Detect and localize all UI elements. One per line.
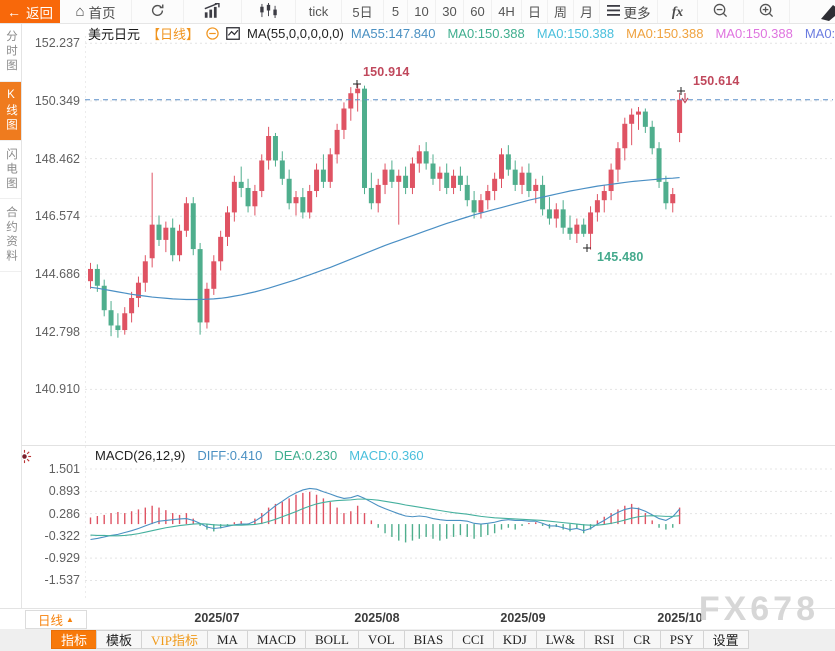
ma-config[interactable]: MA(55,0,0,0,0,0) xyxy=(247,26,344,41)
macd-axis-tick: 0.893 xyxy=(48,484,80,499)
home-button[interactable]: ⌂ 首页 xyxy=(60,0,132,23)
more-button[interactable]: 更多 xyxy=(600,0,658,23)
indicator-fx-button[interactable]: fx xyxy=(658,0,698,23)
candlestick-icon xyxy=(259,2,278,21)
tab-bias[interactable]: BIAS xyxy=(403,630,454,649)
ma-values: MA55:147.840 MA0:150.388 MA0:150.388 MA0:15… xyxy=(351,26,835,41)
ma-value: MA0:150.388 xyxy=(536,25,615,41)
app-window: ← 返回 ⌂ 首页 tick 5日 5 10 30 60 4H 日 周 月 更多… xyxy=(0,0,835,651)
y-axis-tick: 148.462 xyxy=(34,151,80,166)
tab-template[interactable]: 模板 xyxy=(96,630,143,649)
back-arrow-icon: ← xyxy=(7,3,21,20)
y-axis-tick: 142.798 xyxy=(34,324,80,339)
tab-indicator[interactable]: 指标 xyxy=(51,630,98,649)
interval-30min-button[interactable]: 30 xyxy=(436,0,464,23)
period-selector[interactable]: 日线 ▲ xyxy=(25,610,87,629)
draw-tool-button[interactable] xyxy=(790,0,835,23)
interval-month-button[interactable]: 月 xyxy=(574,0,600,23)
interval-10min-button[interactable]: 10 xyxy=(408,0,436,23)
sidebar-item-time-share-chart[interactable]: 分时图 xyxy=(0,23,21,82)
tab-rsi[interactable]: RSI xyxy=(584,630,625,649)
pencil-icon xyxy=(817,3,835,23)
macd-axis-tick: 1.501 xyxy=(48,462,80,476)
symbol-name: 美元日元 xyxy=(88,26,141,42)
interval-week-button[interactable]: 周 xyxy=(548,0,574,23)
macd-value: DIFF:0.410 xyxy=(197,448,263,463)
macd-header: MACD(26,12,9) DIFF:0.410 DEA:0.230 MACD:0.… xyxy=(95,448,424,463)
sidebar-item-kline-chart[interactable]: K线图 xyxy=(0,81,21,141)
symbol-period: 【日线】 xyxy=(147,26,200,42)
interval-5min-button[interactable]: 5 xyxy=(384,0,408,23)
zoom-out-button[interactable] xyxy=(698,0,744,23)
zoom-out-icon xyxy=(713,3,728,21)
refresh-button[interactable] xyxy=(132,0,184,23)
y-axis-tick: 146.574 xyxy=(34,209,80,224)
y-axis-tick: 140.910 xyxy=(34,382,80,397)
candlestick-view-button[interactable] xyxy=(242,0,296,23)
back-button[interactable]: ← 返回 xyxy=(0,0,60,23)
tab-cr[interactable]: CR xyxy=(623,630,661,649)
interval-5day-button[interactable]: 5日 xyxy=(342,0,384,23)
ma-value: MA0:150.388 xyxy=(715,25,793,41)
bar-chart-button[interactable] xyxy=(184,0,242,23)
sidebar-item-contract-info[interactable]: 合约资料 xyxy=(0,199,21,272)
tab-psy[interactable]: PSY xyxy=(659,630,704,649)
zoom-in-icon xyxy=(759,3,774,21)
chart-type-sidebar: 分时图 K线图 闪电图 合约资料 xyxy=(0,23,22,608)
x-axis-label: 2025/08 xyxy=(354,611,400,625)
macd-axis-tick: 0.286 xyxy=(48,506,80,521)
chart-box-icon[interactable] xyxy=(226,26,240,40)
tab-vol[interactable]: VOL xyxy=(357,630,405,649)
collapse-indicator-icon[interactable] xyxy=(206,26,219,40)
sidebar-item-lightning-chart[interactable]: 闪电图 xyxy=(0,141,21,199)
macd-title[interactable]: MACD(26,12,9) xyxy=(95,448,185,463)
interval-tick-button[interactable]: tick xyxy=(296,0,342,23)
hamburger-icon xyxy=(606,4,620,19)
x-axis-band xyxy=(0,608,835,631)
tab-settings[interactable]: 设置 xyxy=(702,630,749,649)
x-axis-label: 2025/07 xyxy=(194,611,240,625)
tab-macd[interactable]: MACD xyxy=(246,630,306,649)
price-annotation: 145.480 xyxy=(597,250,644,264)
interval-60min-button[interactable]: 60 xyxy=(464,0,492,23)
tab-cci[interactable]: CCI xyxy=(452,630,494,649)
chart-header: 美元日元 【日线】 MA(55,0,0,0,0,0) MA55:147.840 M… xyxy=(88,25,835,42)
y-axis-tick: 152.237 xyxy=(34,36,80,51)
y-axis-tick: 144.686 xyxy=(34,266,80,281)
tab-lwr[interactable]: LW& xyxy=(535,630,586,649)
macd-value: DEA:0.230 xyxy=(274,448,338,463)
macd-axis-tick: -0.929 xyxy=(44,551,80,566)
ma-value: MA0:150.388 xyxy=(447,25,525,41)
tab-boll[interactable]: BOLL xyxy=(304,630,359,649)
interval-day-button[interactable]: 日 xyxy=(522,0,548,23)
pane-separator xyxy=(0,445,835,446)
macd-value: MACD:0.360 xyxy=(349,448,424,463)
bar-chart-icon xyxy=(203,1,223,21)
x-axis-label: 2025/09 xyxy=(500,611,546,625)
x-axis-label: 2025/10 xyxy=(657,611,703,625)
tab-ma[interactable]: MA xyxy=(206,630,248,649)
zoom-in-button[interactable] xyxy=(744,0,790,23)
ma-value: MA0:150.388 xyxy=(626,25,704,41)
chevron-up-icon: ▲ xyxy=(66,614,74,624)
chart-canvas[interactable] xyxy=(0,0,835,651)
tab-kdj[interactable]: KDJ xyxy=(492,630,537,649)
macd-axis-tick: -1.537 xyxy=(44,573,80,588)
indicator-tabbar: 指标 模板 VIP指标 MA MACD BOLL VOL BIAS CCI KDJ LW& RSI CR… xyxy=(0,629,835,651)
top-toolbar: ← 返回 ⌂ 首页 tick 5日 5 10 30 60 4H 日 周 月 更多… xyxy=(0,0,835,24)
ma-value: MA55:147.840 xyxy=(350,25,436,41)
refresh-icon xyxy=(150,3,165,21)
home-icon: ⌂ xyxy=(75,3,85,20)
price-annotation: 150.614 xyxy=(693,74,740,88)
tab-vip-indicator[interactable]: VIP指标 xyxy=(141,630,208,649)
macd-axis-tick: -0.322 xyxy=(44,528,80,543)
y-axis-tick: 150.349 xyxy=(34,93,80,108)
interval-4h-button[interactable]: 4H xyxy=(492,0,522,23)
price-annotation: 150.914 xyxy=(363,65,410,79)
ma-value: MA0:150.388 xyxy=(804,25,835,41)
macd-values: DIFF:0.410 DEA:0.230 MACD:0.360 xyxy=(197,448,423,463)
